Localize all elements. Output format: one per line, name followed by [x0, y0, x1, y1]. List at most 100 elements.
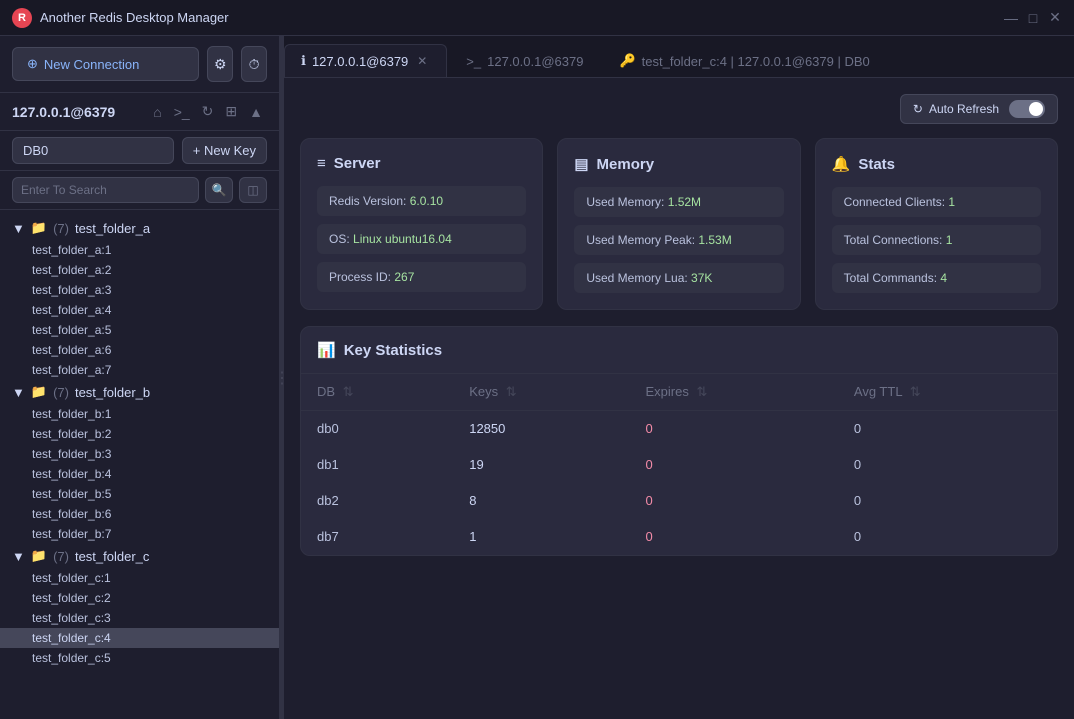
- process-id-stat: Process ID: 267: [317, 262, 526, 292]
- redis-version-value: 6.0.10: [410, 194, 443, 208]
- table-row[interactable]: db7 1 0 0: [301, 519, 1057, 555]
- refresh-icon: ↻: [913, 102, 923, 116]
- list-item[interactable]: test_folder_b:1: [0, 404, 279, 424]
- db-selector[interactable]: DB0 DB1 DB2 DB3: [12, 137, 174, 164]
- cell-keys: 19: [453, 447, 629, 483]
- list-item[interactable]: test_folder_b:7: [0, 524, 279, 544]
- history-button[interactable]: ⏱: [241, 46, 267, 82]
- cell-avg-ttl: 0: [838, 483, 1057, 519]
- close-button[interactable]: ✕: [1048, 11, 1062, 25]
- tabs-bar: ℹ 127.0.0.1@6379 ✕ >_ 127.0.0.1@6379 🔑 t…: [284, 36, 1074, 78]
- used-memory-stat: Used Memory: 1.52M: [574, 187, 783, 217]
- col-db[interactable]: DB ⇅: [301, 374, 453, 411]
- cell-db: db1: [301, 447, 453, 483]
- list-item[interactable]: test_folder_b:6: [0, 504, 279, 524]
- new-connection-button[interactable]: ⊕ New Connection: [12, 47, 199, 81]
- table-row[interactable]: db1 19 0 0: [301, 447, 1057, 483]
- terminal-button[interactable]: >_: [170, 101, 194, 122]
- terminal-icon: >_: [466, 54, 481, 69]
- maximize-button[interactable]: □: [1026, 11, 1040, 25]
- tab-key-viewer[interactable]: 🔑 test_folder_c:4 | 127.0.0.1@6379 | DB0: [602, 44, 886, 77]
- chevron-down-icon: ▼: [12, 221, 25, 236]
- tab-label: 127.0.0.1@6379: [312, 54, 408, 69]
- sort-icon: ⇅: [910, 384, 921, 399]
- search-input[interactable]: [12, 177, 199, 203]
- filter-button[interactable]: ◫: [239, 177, 267, 203]
- auto-refresh-toggle[interactable]: [1009, 100, 1045, 118]
- list-item[interactable]: test_folder_a:7: [0, 360, 279, 380]
- tab-server-info[interactable]: ℹ 127.0.0.1@6379 ✕: [284, 44, 447, 77]
- memory-card: ▤ Memory Used Memory: 1.52M Used Memory …: [557, 138, 800, 310]
- connected-clients-stat: Connected Clients: 1: [832, 187, 1041, 217]
- list-item[interactable]: test_folder_c:1: [0, 568, 279, 588]
- list-item[interactable]: test_folder_c:2: [0, 588, 279, 608]
- cell-keys: 12850: [453, 411, 629, 447]
- connected-clients-value: 1: [948, 195, 955, 209]
- list-item[interactable]: test_folder_a:1: [0, 240, 279, 260]
- list-item[interactable]: test_folder_a:3: [0, 280, 279, 300]
- list-item[interactable]: test_folder_a:5: [0, 320, 279, 340]
- key-statistics-title: Key Statistics: [344, 342, 442, 359]
- auto-refresh-button[interactable]: ↻ Auto Refresh: [900, 94, 1058, 124]
- server-card-header: ≡ Server: [317, 155, 526, 172]
- folder-test_folder_c[interactable]: ▼ 📁 (7) test_folder_c: [0, 544, 279, 568]
- list-item[interactable]: test_folder_b:3: [0, 444, 279, 464]
- list-item[interactable]: test_folder_a:4: [0, 300, 279, 320]
- list-item-active[interactable]: test_folder_c:4: [0, 628, 279, 648]
- new-key-button[interactable]: + New Key: [182, 137, 267, 164]
- used-memory-value: 1.52M: [668, 195, 701, 209]
- folder-test_folder_b[interactable]: ▼ 📁 (7) test_folder_b: [0, 380, 279, 404]
- key-statistics-header: 📊 Key Statistics: [301, 327, 1057, 374]
- folder-count: (7): [53, 385, 69, 400]
- stats-icon: 🔔: [832, 155, 851, 173]
- folder-count: (7): [53, 221, 69, 236]
- folder-icon: 📁: [31, 548, 47, 564]
- folder-test_folder_a[interactable]: ▼ 📁 (7) test_folder_a: [0, 216, 279, 240]
- folder-name: test_folder_b: [75, 385, 150, 400]
- cell-db: db7: [301, 519, 453, 555]
- minimize-button[interactable]: —: [1004, 11, 1018, 25]
- col-keys[interactable]: Keys ⇅: [453, 374, 629, 411]
- chart-icon: 📊: [317, 341, 336, 359]
- os-stat: OS: Linux ubuntu16.04: [317, 224, 526, 254]
- stats-title: Stats: [858, 156, 895, 173]
- cell-expires: 0: [630, 519, 838, 555]
- used-memory-peak-value: 1.53M: [698, 233, 731, 247]
- list-item[interactable]: test_folder_a:6: [0, 340, 279, 360]
- total-commands-value: 4: [940, 271, 947, 285]
- search-button[interactable]: 🔍: [205, 177, 233, 203]
- key-icon: 🔑: [619, 53, 635, 69]
- new-key-label: + New Key: [193, 143, 256, 158]
- chevron-down-icon: ▼: [12, 385, 25, 400]
- list-item[interactable]: test_folder_b:4: [0, 464, 279, 484]
- sidebar-header: ⊕ New Connection ⚙ ⏱: [0, 36, 279, 93]
- home-button[interactable]: ⌂: [149, 101, 165, 122]
- cell-avg-ttl: 0: [838, 411, 1057, 447]
- folder-icon: 📁: [31, 384, 47, 400]
- table-row[interactable]: db0 12850 0 0: [301, 411, 1057, 447]
- settings-button[interactable]: ⚙: [207, 46, 233, 82]
- list-item[interactable]: test_folder_c:3: [0, 608, 279, 628]
- refresh-button[interactable]: ↻: [198, 101, 218, 122]
- collapse-button[interactable]: ▲: [245, 101, 267, 122]
- db-bar: DB0 DB1 DB2 DB3 + New Key: [0, 131, 279, 171]
- list-item[interactable]: test_folder_a:2: [0, 260, 279, 280]
- content-area: ↻ Auto Refresh ≡ Server Redis Version: 6…: [284, 78, 1074, 719]
- list-item[interactable]: test_folder_b:5: [0, 484, 279, 504]
- memory-icon: ▤: [574, 155, 588, 173]
- cards-row: ≡ Server Redis Version: 6.0.10 OS: Linux…: [300, 138, 1058, 310]
- table-row[interactable]: db2 8 0 0: [301, 483, 1057, 519]
- cell-expires: 0: [630, 447, 838, 483]
- folder-name: test_folder_a: [75, 221, 150, 236]
- folder-icon: 📁: [31, 220, 47, 236]
- list-item[interactable]: test_folder_b:2: [0, 424, 279, 444]
- tab-terminal[interactable]: >_ 127.0.0.1@6379: [449, 45, 600, 77]
- list-item[interactable]: test_folder_c:5: [0, 648, 279, 668]
- tab-close-button[interactable]: ✕: [414, 53, 430, 69]
- col-avg-ttl[interactable]: Avg TTL ⇅: [838, 374, 1057, 411]
- grid-button[interactable]: ⊞: [221, 101, 241, 122]
- memory-title: Memory: [597, 156, 655, 173]
- cell-keys: 1: [453, 519, 629, 555]
- cell-db: db2: [301, 483, 453, 519]
- col-expires[interactable]: Expires ⇅: [630, 374, 838, 411]
